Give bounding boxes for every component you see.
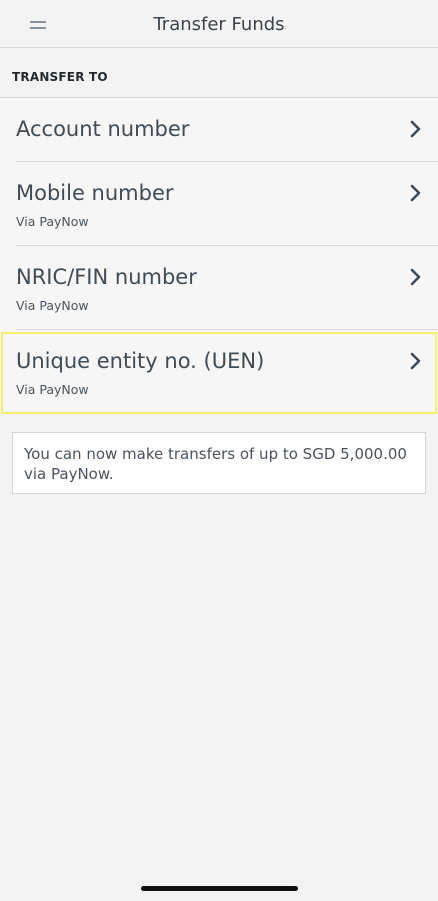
- option-title: Mobile number: [16, 181, 174, 205]
- option-account-number[interactable]: Account number: [16, 98, 438, 162]
- option-title: NRIC/FIN number: [16, 265, 197, 289]
- option-subtitle: Via PayNow: [16, 214, 89, 229]
- option-mobile-number[interactable]: Mobile number Via PayNow: [16, 162, 438, 246]
- paynow-info-text: You can now make transfers of up to SGD …: [24, 445, 407, 483]
- home-indicator[interactable]: [141, 886, 298, 891]
- option-title: Account number: [16, 117, 190, 141]
- app-header: Transfer Funds: [0, 0, 438, 48]
- option-subtitle: Via PayNow: [16, 382, 89, 397]
- option-title: Unique entity no. (UEN): [16, 349, 265, 373]
- chevron-right-icon: [410, 352, 421, 370]
- menu-icon-line-top: [30, 21, 46, 23]
- menu-button[interactable]: [22, 14, 52, 36]
- chevron-right-icon: [410, 184, 421, 202]
- option-nric-fin-number[interactable]: NRIC/FIN number Via PayNow: [16, 246, 438, 330]
- option-subtitle: Via PayNow: [16, 298, 89, 313]
- menu-icon-line-bottom: [30, 27, 46, 29]
- paynow-info-box: You can now make transfers of up to SGD …: [12, 432, 426, 494]
- section-label-transfer-to: TRANSFER TO: [12, 70, 108, 84]
- page-title: Transfer Funds: [153, 14, 285, 35]
- transfer-options-list: Account number Mobile number Via PayNow …: [0, 97, 438, 414]
- chevron-right-icon: [410, 268, 421, 286]
- option-uen[interactable]: Unique entity no. (UEN) Via PayNow: [16, 330, 438, 414]
- chevron-right-icon: [410, 120, 421, 138]
